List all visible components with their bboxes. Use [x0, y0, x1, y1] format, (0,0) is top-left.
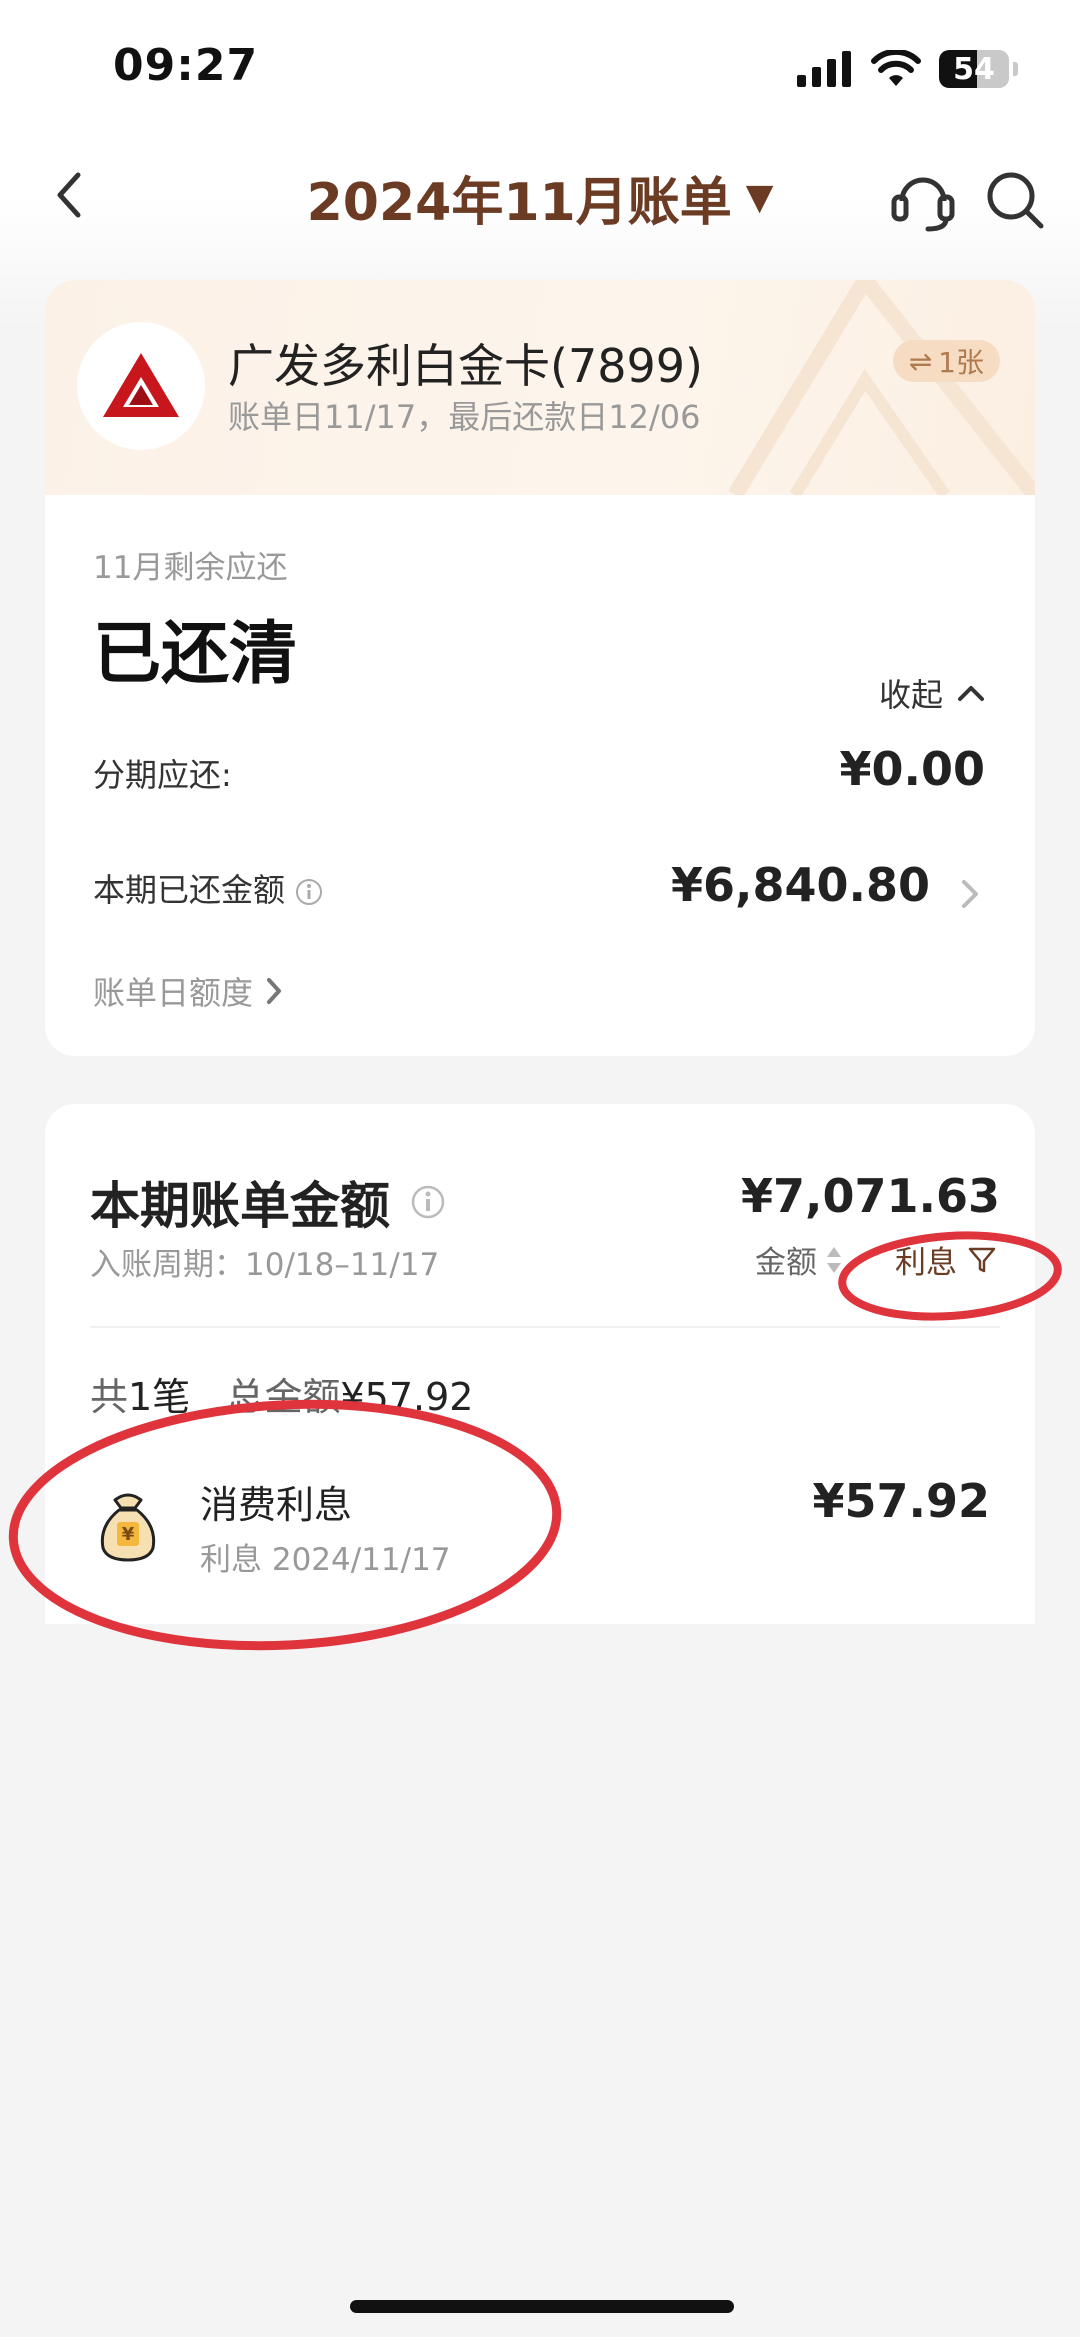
signal-icon	[797, 51, 851, 87]
support-button[interactable]	[888, 165, 958, 235]
installment-value: ¥0.00	[839, 742, 985, 796]
dropdown-triangle-icon: ▼	[745, 177, 774, 218]
transaction-summary: 共1笔 总金额¥57.92	[90, 1366, 473, 1421]
card-name: 广发多利白金卡(7899)	[228, 339, 703, 393]
transaction-title: 消费利息	[200, 1483, 353, 1527]
chevron-right-icon	[267, 978, 282, 1004]
card-dates: 账单日11/17，最后还款日12/06	[228, 398, 701, 436]
divider	[90, 1326, 1000, 1328]
search-icon	[987, 172, 1044, 229]
sort-amount-label: 金额	[755, 1245, 817, 1281]
transaction-subtitle: 利息 2024/11/17	[200, 1542, 451, 1578]
bank-logo	[77, 322, 205, 450]
card-summary: 广发多利白金卡(7899) 账单日11/17，最后还款日12/06 ⇌ 1张 1…	[45, 280, 1035, 1056]
switch-badge-label: 1张	[938, 346, 984, 379]
bill-period: 入账周期：10/18–11/17	[90, 1247, 440, 1283]
bank-logo-icon	[103, 353, 179, 417]
sort-amount-button[interactable]: 金额	[755, 1237, 843, 1282]
remain-value: 已还清	[93, 615, 298, 694]
status-icons: 54	[797, 50, 1018, 88]
search-button[interactable]	[983, 168, 1047, 232]
battery-level: 54	[953, 51, 995, 87]
switch-icon: ⇌	[908, 344, 933, 378]
switch-card-badge[interactable]: ⇌ 1张	[892, 340, 1000, 382]
collapse-label: 收起	[878, 676, 943, 714]
status-time: 09:27	[113, 40, 259, 91]
quota-label: 账单日额度	[93, 974, 254, 1012]
info-icon[interactable]	[410, 1184, 446, 1220]
paid-label: 本期已还金额	[93, 871, 286, 909]
chevron-up-icon	[958, 686, 984, 701]
remain-label: 11月剩余应还	[93, 550, 288, 586]
info-icon[interactable]	[295, 878, 323, 906]
page-title: 2024年11月账单	[306, 173, 732, 233]
summary-count: 1笔	[128, 1375, 191, 1419]
bill-amount: ¥7,071.63	[741, 1169, 1000, 1223]
bill-card: 本期账单金额 ¥7,071.63 入账周期：10/18–11/17 金额 利息 …	[45, 1104, 1035, 1624]
filter-interest-button[interactable]: 利息	[895, 1237, 997, 1282]
battery-icon: 54	[939, 50, 1009, 88]
summary-total-label: 总金额	[226, 1375, 341, 1419]
transaction-amount: ¥57.92	[812, 1474, 990, 1528]
installment-label: 分期应还:	[93, 756, 232, 794]
money-bag-icon: ¥	[100, 1493, 156, 1562]
svg-text:¥: ¥	[122, 1524, 135, 1545]
headset-icon	[891, 177, 955, 232]
sort-icon	[827, 1246, 841, 1273]
home-indicator	[350, 2300, 734, 2313]
bill-title-row: 本期账单金额	[90, 1166, 446, 1238]
summary-count-prefix: 共	[90, 1375, 129, 1419]
quota-link[interactable]: 账单日额度	[93, 968, 283, 1014]
paid-value: ¥6,840.80	[671, 858, 930, 912]
bill-title: 本期账单金额	[90, 1177, 390, 1235]
wifi-icon	[871, 50, 921, 86]
filter-interest-label: 利息	[895, 1245, 957, 1281]
card-header[interactable]: 广发多利白金卡(7899) 账单日11/17，最后还款日12/06 ⇌ 1张	[45, 280, 1035, 495]
chevron-right-icon[interactable]	[960, 878, 980, 910]
summary-total: ¥57.92	[340, 1375, 474, 1419]
collapse-button[interactable]: 收起	[879, 670, 985, 716]
paid-row[interactable]: 本期已还金额	[93, 865, 323, 911]
battery-tip	[1013, 62, 1018, 76]
filter-icon	[968, 1247, 996, 1272]
